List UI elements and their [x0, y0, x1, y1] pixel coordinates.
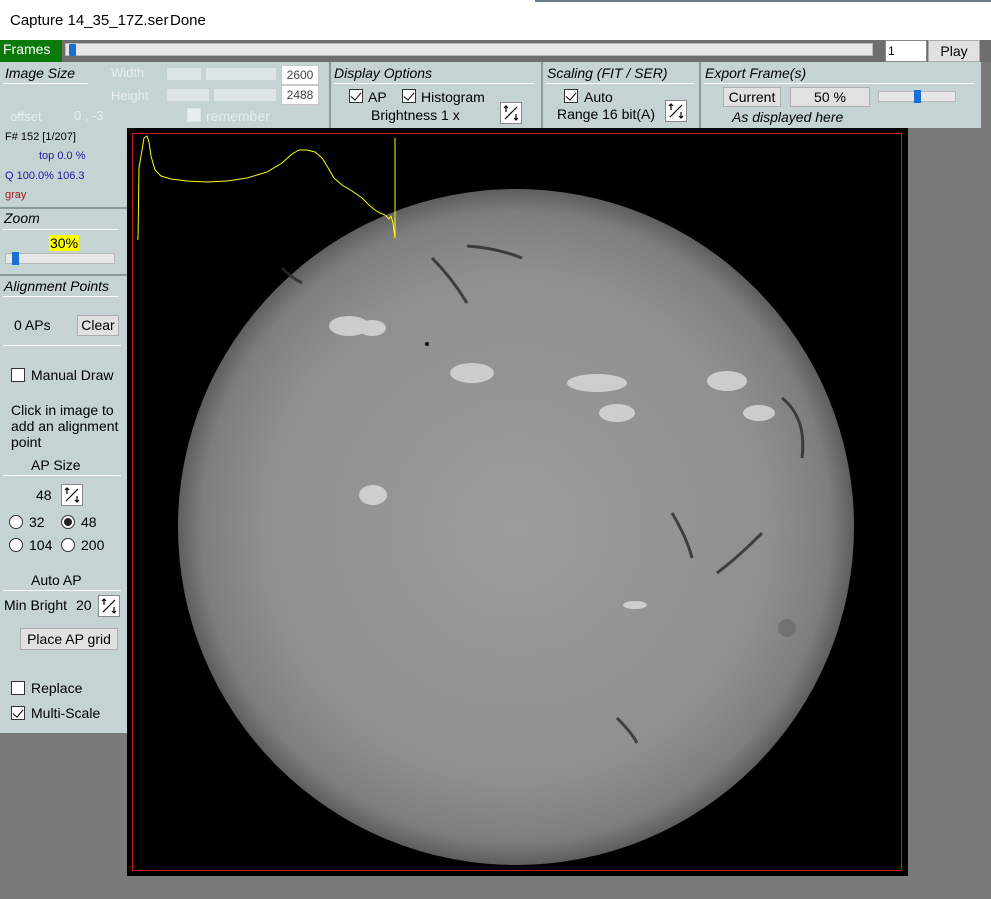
export-percent-button[interactable]: 50 % — [790, 87, 870, 107]
spinner-icon — [101, 598, 117, 614]
spinner-icon — [503, 105, 519, 121]
place-ap-grid-button[interactable]: Place AP grid — [20, 628, 118, 650]
clear-aps-button[interactable]: Clear — [77, 315, 119, 336]
width-label: Width — [111, 65, 145, 80]
histogram-checkbox[interactable] — [402, 89, 416, 103]
ap-size-option-104: 104 — [29, 537, 53, 553]
alignment-points-title: Alignment Points — [4, 278, 110, 294]
frame-border — [132, 133, 902, 871]
width-value[interactable]: 2600 — [281, 65, 319, 85]
remember-checkbox[interactable] — [187, 108, 201, 122]
auto-ap-title: Auto AP — [31, 572, 82, 588]
scaling-title: Scaling (FIT / SER) — [547, 65, 668, 81]
image-size-title: Image Size — [5, 65, 76, 81]
export-panel: Export Frame(s) Current 50 % As displaye… — [701, 62, 981, 128]
min-bright-spinner[interactable] — [98, 595, 120, 617]
min-bright-value: 20 — [76, 597, 92, 613]
ap-checkbox[interactable] — [349, 89, 363, 103]
ap-size-spinner[interactable] — [61, 484, 83, 506]
ap-size-option-48: 48 — [81, 514, 97, 530]
replace-checkbox[interactable] — [11, 681, 25, 695]
zoom-slider[interactable] — [5, 252, 115, 265]
display-options-panel: Display Options AP Histogram Brightness … — [331, 62, 543, 128]
top-info: top 0.0 % — [39, 150, 86, 162]
ap-size-title: AP Size — [31, 457, 81, 473]
spinner-icon — [64, 487, 80, 503]
histogram-label: Histogram — [421, 89, 485, 105]
ap-label: AP — [368, 89, 387, 105]
image-size-panel: Image Size Width Height 2600 2488 rememb… — [0, 62, 331, 128]
frames-slider[interactable] — [65, 43, 873, 56]
scaling-panel: Scaling (FIT / SER) Auto Range 16 bit(A) — [543, 62, 701, 128]
ap-size-radio-200[interactable] — [61, 538, 75, 552]
frame-info: F# 152 [1/207] — [5, 131, 76, 143]
brightness-label: Brightness 1 x — [371, 107, 460, 123]
frames-row: Frames Play — [0, 40, 991, 62]
title-bar-accent — [535, 0, 991, 2]
export-title: Export Frame(s) — [705, 65, 807, 81]
image-viewer[interactable] — [127, 128, 908, 876]
zoom-title: Zoom — [4, 210, 40, 226]
spinner-icon — [668, 103, 684, 119]
brightness-spinner[interactable] — [500, 102, 522, 124]
offset-label: offset — [10, 109, 42, 124]
color-mode-info: gray — [5, 189, 27, 201]
ap-size-option-32: 32 — [29, 514, 45, 530]
auto-scaling-label: Auto — [584, 89, 613, 105]
manual-draw-checkbox[interactable] — [11, 368, 25, 382]
alignment-instruction: Click in image to add an alignment point — [11, 402, 119, 450]
multiscale-checkbox[interactable] — [11, 706, 25, 720]
multiscale-label: Multi-Scale — [31, 705, 101, 721]
zoom-value: 30% — [49, 235, 80, 251]
status-text: Done — [170, 12, 206, 29]
min-bright-label: Min Bright — [4, 597, 68, 613]
export-scale-thumb[interactable] — [914, 90, 921, 103]
remember-label: remember — [206, 108, 270, 124]
display-options-title: Display Options — [334, 65, 433, 81]
height-label: Height — [111, 88, 149, 103]
title-bar: Capture 14_35_17Z.ser Done — [0, 0, 991, 40]
range-spinner[interactable] — [665, 100, 687, 122]
window-title: Capture 14_35_17Z.ser — [10, 12, 169, 29]
ap-count: 0 APs — [14, 317, 51, 333]
manual-draw-label: Manual Draw — [31, 367, 114, 383]
ap-size-radio-104[interactable] — [9, 538, 23, 552]
ap-size-option-200: 200 — [81, 537, 105, 553]
range-label: Range 16 bit(A) — [557, 106, 656, 122]
export-note: As displayed here — [732, 109, 844, 125]
height-slider-a[interactable] — [167, 89, 209, 101]
export-current-button[interactable]: Current — [723, 87, 781, 107]
auto-scaling-checkbox[interactable] — [564, 89, 578, 103]
frames-slider-thumb[interactable] — [69, 44, 76, 56]
ap-size-value: 48 — [36, 487, 52, 503]
ap-size-radio-48[interactable] — [61, 515, 75, 529]
ap-size-radio-32[interactable] — [9, 515, 23, 529]
replace-label: Replace — [31, 680, 83, 696]
play-button[interactable]: Play — [928, 40, 980, 62]
export-scale-slider[interactable] — [878, 90, 956, 103]
offset-value: 0 , -3 — [74, 108, 104, 123]
height-value[interactable]: 2488 — [281, 85, 319, 105]
zoom-slider-thumb[interactable] — [12, 252, 19, 265]
width-slider-a[interactable] — [167, 68, 201, 80]
frame-number-input[interactable] — [885, 40, 927, 62]
width-slider-b[interactable] — [206, 68, 276, 80]
height-slider-b[interactable] — [214, 89, 276, 101]
frames-label: Frames — [0, 40, 62, 62]
sidebar: F# 152 [1/207] top 0.0 % Q 100.0% 106.3 … — [0, 128, 127, 733]
quality-info: Q 100.0% 106.3 — [5, 170, 85, 182]
